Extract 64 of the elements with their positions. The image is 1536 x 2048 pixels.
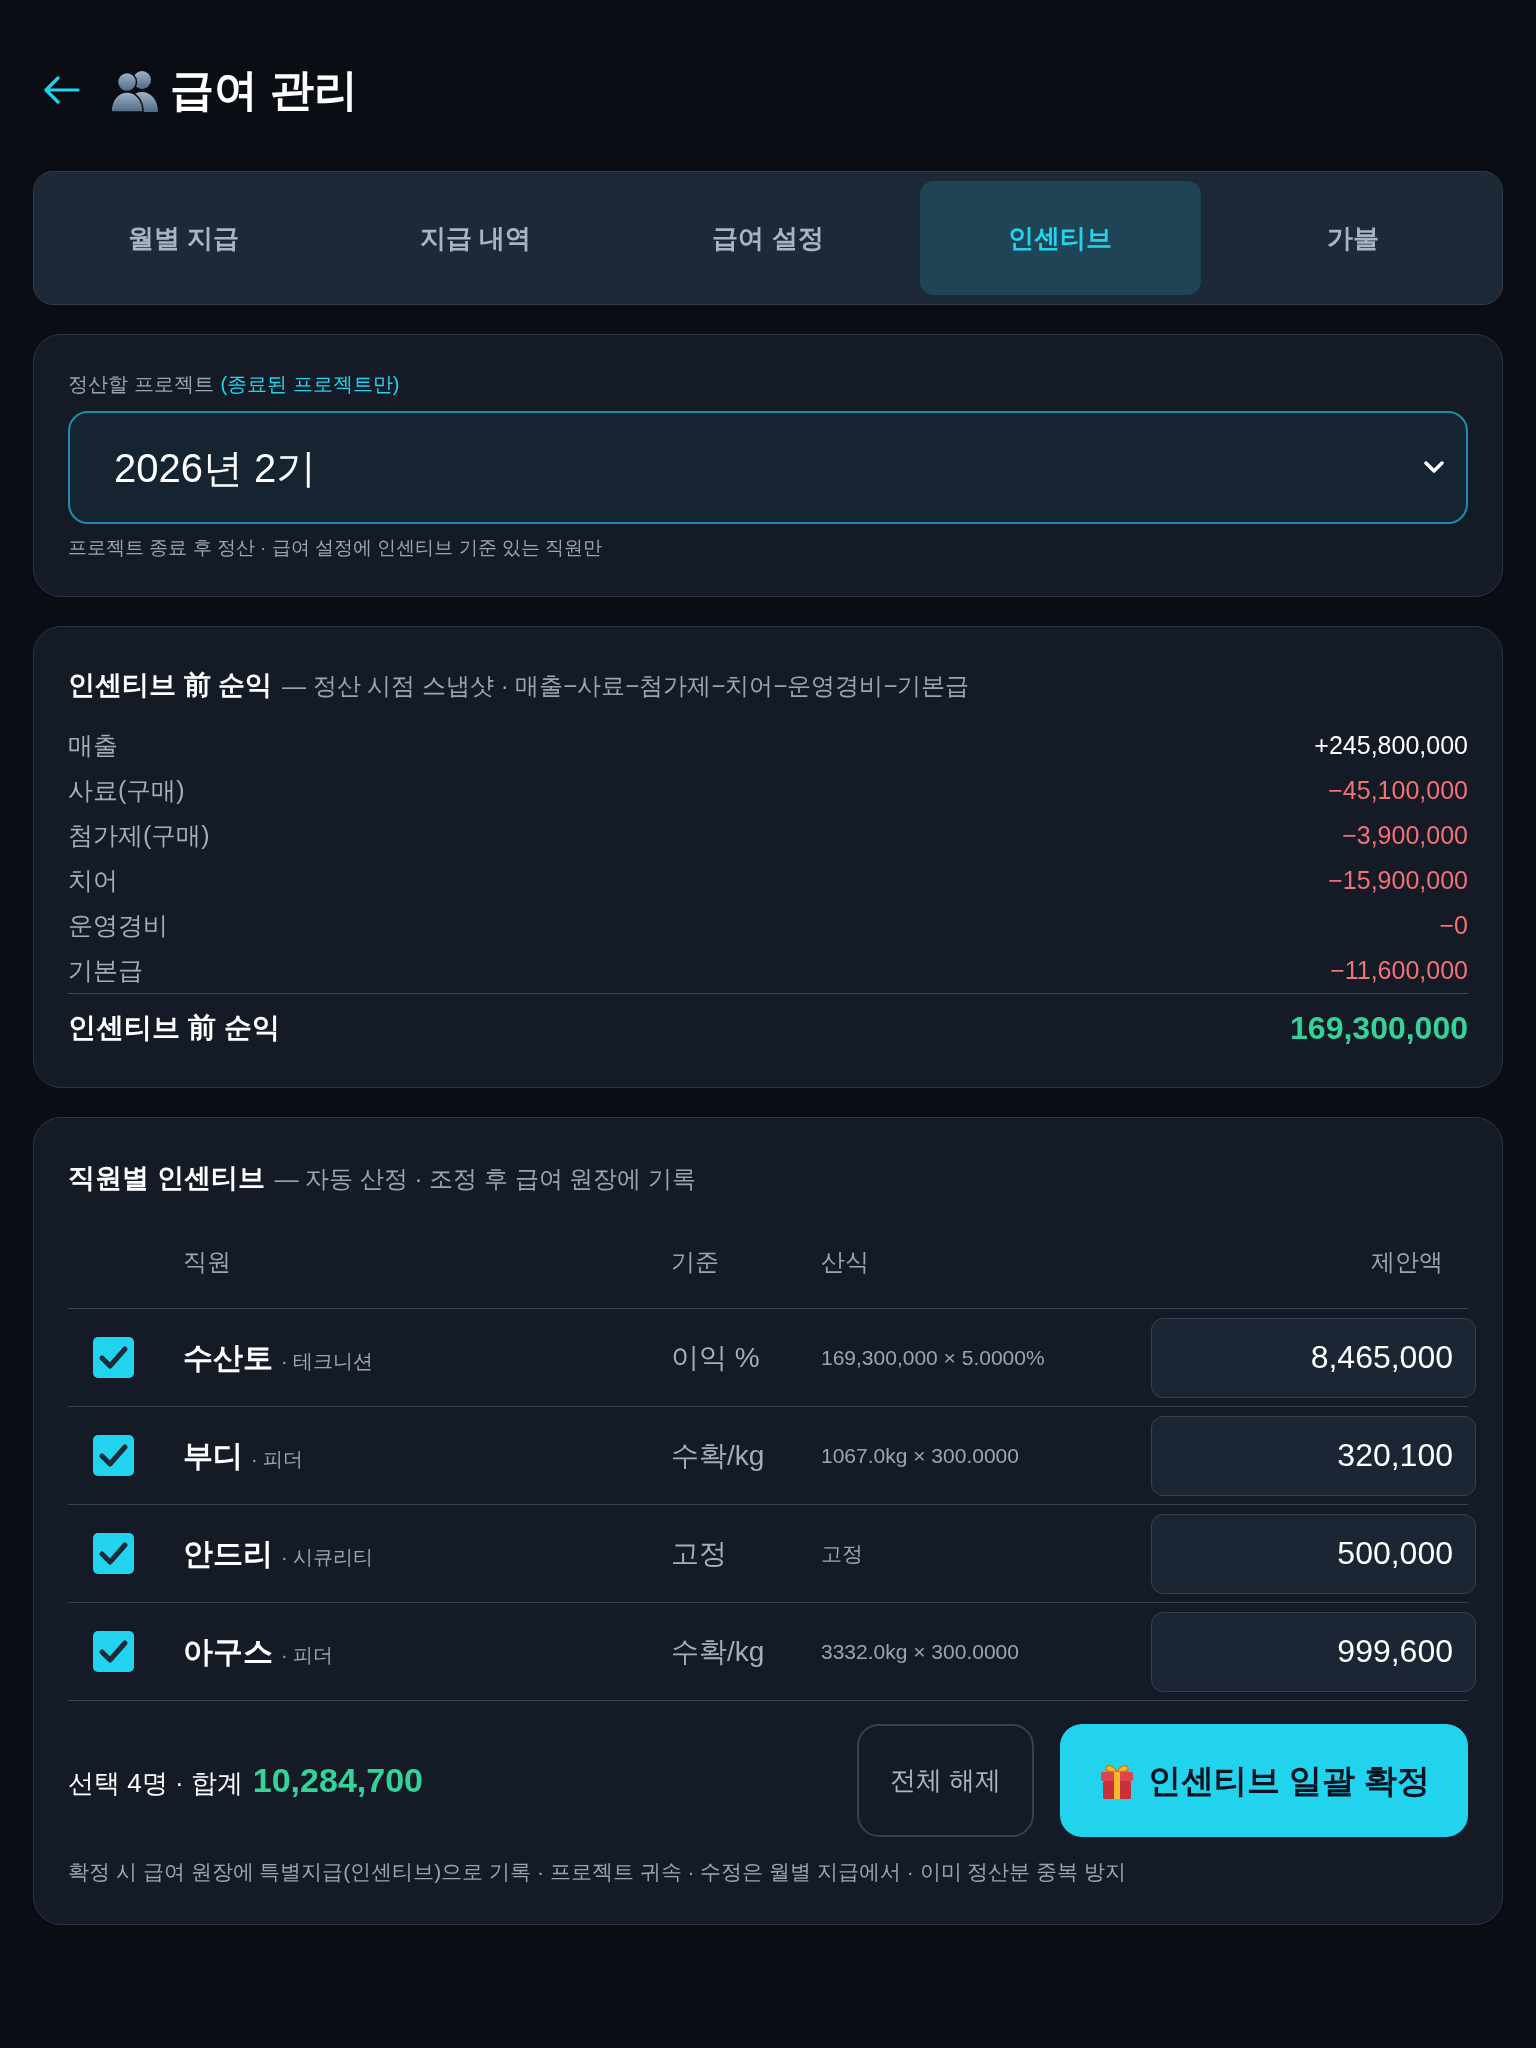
tab[interactable]: 가불 xyxy=(1212,181,1493,295)
line-amount: −45,100,000 xyxy=(1328,774,1468,806)
confirm-button[interactable]: 인센티브 일괄 확정 xyxy=(1059,1724,1468,1837)
card-title: 인센티브 前 순익 xyxy=(68,669,272,702)
line-label: 운영경비 xyxy=(68,909,168,941)
employee-name: 안드리 xyxy=(183,1536,273,1572)
line-label: 기본급 xyxy=(68,954,143,986)
summary-total: 10,284,700 xyxy=(252,1760,423,1801)
total-amount: 169,300,000 xyxy=(1290,1009,1468,1048)
amount-input[interactable]: 320,100 xyxy=(1151,1415,1476,1496)
checkbox[interactable] xyxy=(93,1435,134,1476)
basis-text: 수확/kg xyxy=(671,1438,766,1473)
tab[interactable]: 지급 내역 xyxy=(335,181,616,295)
amount-input[interactable]: 999,600 xyxy=(1151,1611,1476,1692)
employee-name: 수산토 xyxy=(183,1340,273,1376)
column-header: 산식 xyxy=(821,1246,870,1277)
field-note: (종료된 프로젝트만) xyxy=(220,372,400,397)
formula-text: 169,300,000 × 5.0000% xyxy=(821,1344,1046,1371)
back-arrow-icon[interactable] xyxy=(44,76,80,104)
tab[interactable]: 급여 설정 xyxy=(627,181,909,295)
line-amount: −3,900,000 xyxy=(1342,819,1468,851)
employee-role: · 시큐리티 xyxy=(281,1545,374,1570)
people-icon xyxy=(110,68,160,112)
card-title: 직원별 인센티브 xyxy=(68,1162,265,1195)
chevron-down-icon xyxy=(1424,461,1444,474)
checkbox[interactable] xyxy=(93,1631,134,1672)
employee-name: 부디 xyxy=(183,1438,243,1474)
employee-name: 아구스 xyxy=(183,1634,273,1670)
checkbox[interactable] xyxy=(93,1533,134,1574)
line-label: 사료(구매) xyxy=(68,774,185,806)
hint-text: 프로젝트 종료 후 정산 · 급여 설정에 인센티브 기준 있는 직원만 xyxy=(68,536,604,560)
line-label: 첨가제(구매) xyxy=(68,819,210,851)
project-select[interactable]: 2026년 2기 xyxy=(68,411,1468,524)
amount-input[interactable]: 8,465,000 xyxy=(1151,1317,1476,1398)
line-amount: −0 xyxy=(1439,909,1468,941)
amount-input[interactable]: 500,000 xyxy=(1151,1513,1476,1594)
basis-text: 수확/kg xyxy=(671,1634,766,1669)
employee-role: · 피더 xyxy=(281,1643,334,1668)
page-title: 급여 관리 xyxy=(170,64,359,116)
field-label: 정산할 프로젝트 xyxy=(68,372,214,397)
formula-text: 3332.0kg × 300.0000 xyxy=(821,1638,1020,1665)
card-subtitle: — 자동 산정 · 조정 후 급여 원장에 기록 xyxy=(274,1164,696,1194)
tab[interactable]: 인센티브 xyxy=(920,181,1201,295)
line-amount: −11,600,000 xyxy=(1330,954,1468,986)
column-header: 직원 xyxy=(183,1246,232,1277)
total-label: 인센티브 前 순익 xyxy=(68,1011,280,1045)
line-amount: +245,800,000 xyxy=(1314,729,1468,761)
formula-text: 1067.0kg × 300.0000 xyxy=(821,1442,1020,1469)
tab[interactable]: 월별 지급 xyxy=(43,181,324,295)
card-subtitle: — 정산 시점 스냅샷 · 매출−사료−첨가제−치어−운영경비−기본급 xyxy=(282,671,970,701)
formula-text: 고정 xyxy=(821,1540,864,1567)
line-amount: −15,900,000 xyxy=(1328,864,1468,896)
line-label: 치어 xyxy=(68,864,118,896)
employee-role: · 테크니션 xyxy=(281,1349,374,1374)
basis-text: 이익 % xyxy=(671,1340,761,1375)
employee-role: · 피더 xyxy=(251,1447,304,1472)
footnote-text: 확정 시 급여 원장에 특별지급(인센티브)으로 기록 · 프로젝트 귀속 · 수정은 월별 지급에서 · 이미 정산분 중복 방지 xyxy=(68,1859,1128,1885)
column-header: 제안액 xyxy=(1370,1246,1444,1277)
basis-text: 고정 xyxy=(671,1536,728,1571)
line-label: 매출 xyxy=(68,729,118,761)
clear-all-button[interactable]: 전체 해제 xyxy=(856,1724,1034,1837)
summary-label: 선택 4명 · 합계 xyxy=(68,1767,243,1800)
checkbox[interactable] xyxy=(93,1337,134,1378)
column-header: 기준 xyxy=(671,1246,720,1277)
